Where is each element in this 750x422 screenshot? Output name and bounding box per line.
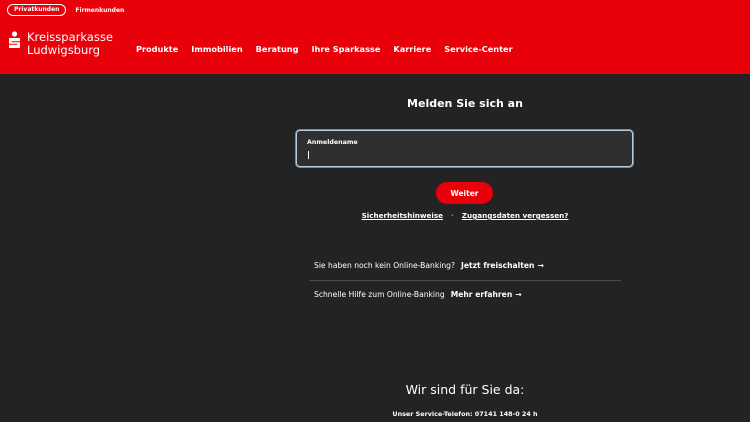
register-online-banking-row: Sie haben noch kein Online-Banking? Jetz… — [314, 261, 620, 270]
contact-title: Wir sind für Sie da: — [405, 382, 525, 397]
quick-help-text: Schnelle Hilfe zum Online-Banking — [314, 290, 445, 299]
segment-private-button[interactable]: Privatkunden — [7, 4, 67, 16]
quick-help-row: Schnelle Hilfe zum Online-Banking Mehr e… — [314, 290, 620, 299]
nav-item-beratung[interactable]: Beratung — [256, 44, 299, 54]
site-header: Privatkunden Firmenkunden Kreissparkasse… — [0, 0, 750, 74]
nav-item-service-center[interactable]: Service-Center — [444, 44, 512, 54]
main-navigation: Produkte Immobilien Beratung Ihre Sparka… — [136, 44, 526, 54]
login-help-links: Sicherheitshinweise · Zugangsdaten verge… — [298, 211, 632, 220]
nav-item-karriere[interactable]: Karriere — [393, 44, 431, 54]
arrow-right-icon[interactable]: → — [515, 290, 521, 299]
username-field[interactable]: Anmeldename — [296, 130, 633, 167]
learn-more-link[interactable]: Mehr erfahren — [451, 290, 513, 299]
segment-business-link[interactable]: Firmenkunden — [75, 7, 124, 14]
register-question: Sie haben noch kein Online-Banking? — [314, 261, 456, 270]
brand-logo-link[interactable]: Kreissparkasse Ludwigsburg — [8, 31, 113, 57]
username-input[interactable] — [306, 149, 616, 161]
security-notes-link[interactable]: Sicherheitshinweise — [362, 211, 443, 220]
arrow-right-icon[interactable]: → — [537, 261, 543, 270]
nav-item-immobilien[interactable]: Immobilien — [191, 44, 242, 54]
nav-item-produkte[interactable]: Produkte — [136, 44, 178, 54]
login-title: Melden Sie sich an — [407, 97, 523, 110]
customer-segment-switch: Privatkunden Firmenkunden — [7, 4, 124, 16]
sparkasse-logo-icon — [9, 31, 20, 48]
username-label: Anmeldename — [307, 139, 358, 146]
text-caret — [308, 151, 309, 159]
continue-button[interactable]: Weiter — [436, 182, 493, 204]
forgot-credentials-link[interactable]: Zugangsdaten vergessen? — [462, 211, 569, 220]
activate-now-link[interactable]: Jetzt freischalten — [461, 261, 534, 270]
brand-name: Kreissparkasse Ludwigsburg — [27, 31, 113, 57]
brand-name-line2: Ludwigsburg — [27, 43, 101, 57]
divider — [309, 280, 621, 281]
service-phone: Unser Service-Telefon: 07141 148-0 24 h — [392, 410, 538, 418]
nav-item-ihre-sparkasse[interactable]: Ihre Sparkasse — [311, 44, 380, 54]
link-separator: · — [451, 211, 454, 220]
